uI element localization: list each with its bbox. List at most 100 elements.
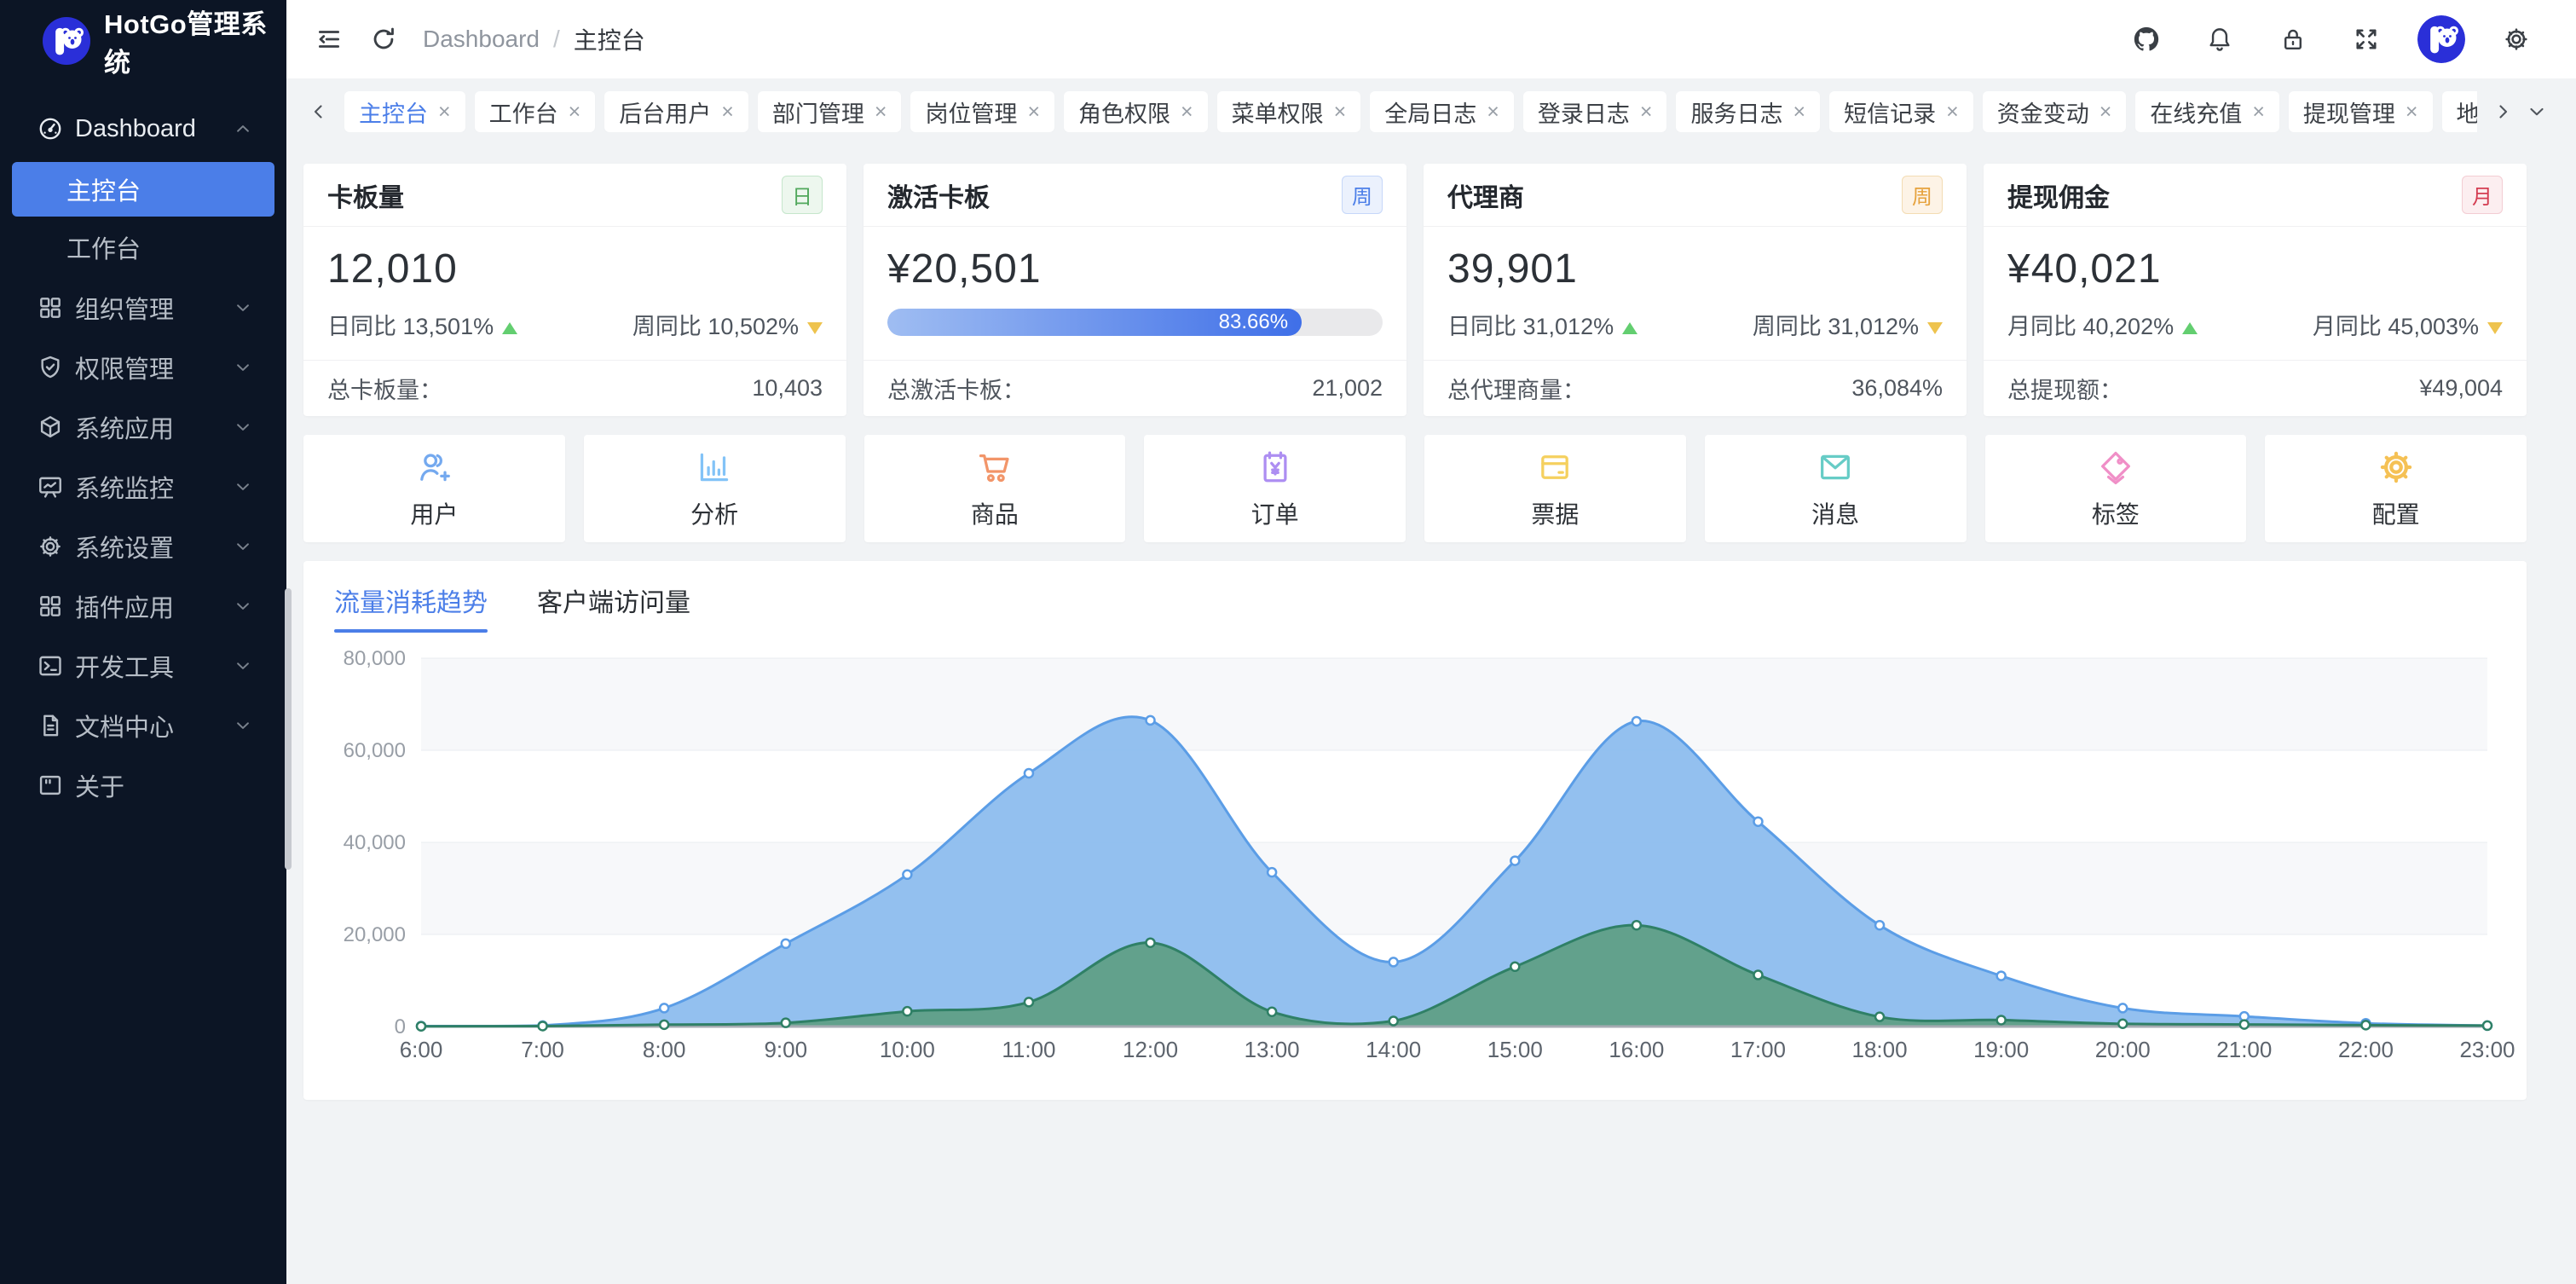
sidebar-item-monitor[interactable]: 系统监控 — [0, 457, 286, 517]
quick-action-label: 商品 — [971, 496, 1019, 530]
about-icon — [36, 771, 65, 800]
quick-action-订单[interactable]: 订单 — [1144, 435, 1406, 542]
svg-text:16:00: 16:00 — [1609, 1037, 1664, 1062]
quick-action-消息[interactable]: 消息 — [1705, 435, 1967, 542]
sidebar-item-devtools[interactable]: 开发工具 — [0, 636, 286, 696]
stat-sub-right: 周同比 10,502% — [632, 314, 799, 339]
tab-chip[interactable]: 部门管理 × — [758, 91, 902, 132]
tab-close-icon[interactable]: × — [1027, 101, 1040, 123]
tabs-strip: 主控台 × 工作台 × 后台用户 × 部门管理 × 岗位管理 × 角色权限 × … — [344, 91, 2477, 132]
svg-text:19:00: 19:00 — [1973, 1037, 2029, 1062]
main-area: Dashboard / 主控台 主控台 × 工作台 × 后台用户 × 部门管理 … — [286, 0, 2576, 1284]
tab-close-icon[interactable]: × — [2099, 101, 2112, 123]
tab-chip[interactable]: 全局日志 × — [1370, 91, 1514, 132]
tab-chip[interactable]: 工作台 × — [475, 91, 596, 132]
stat-sub-left: 日同比 31,012% — [1447, 314, 1614, 339]
svg-text:0: 0 — [395, 1015, 406, 1038]
tab-chip[interactable]: 提现管理 × — [2289, 91, 2433, 132]
sidebar-item-workbench[interactable]: 工作台 — [12, 220, 274, 275]
stat-footer-value: 10,403 — [752, 375, 823, 402]
tab-close-icon[interactable]: × — [875, 101, 887, 123]
quick-action-label: 标签 — [2092, 496, 2140, 530]
stat-card: 激活卡板 周 ¥20,501 83.66% 总激活卡板： 21,002 — [863, 164, 1406, 416]
quick-action-用户[interactable]: 用户 — [303, 435, 565, 542]
quick-action-配置[interactable]: 配置 — [2265, 435, 2527, 542]
sidebar-item-console[interactable]: 主控台 — [12, 162, 274, 217]
tab-close-icon[interactable]: × — [1487, 101, 1499, 123]
tab-close-icon[interactable]: × — [2252, 101, 2265, 123]
sidebar-item-plugins[interactable]: 插件应用 — [0, 576, 286, 636]
chart-area: 020,00040,00060,00080,0006:007:008:009:0… — [329, 646, 2501, 1067]
trend-up-icon — [502, 322, 517, 334]
tab-chip[interactable]: 短信记录 × — [1829, 91, 1973, 132]
quick-action-分析[interactable]: 分析 — [584, 435, 846, 542]
grid-icon — [36, 592, 65, 621]
tabs-scroll-right-button[interactable] — [2486, 91, 2520, 132]
svg-text:7:00: 7:00 — [521, 1037, 564, 1062]
tab-chip[interactable]: 菜单权限 × — [1217, 91, 1361, 132]
tab-close-icon[interactable]: × — [721, 101, 734, 123]
sidebar-item-about[interactable]: 关于 — [0, 755, 286, 815]
sidebar-item-settings[interactable]: 系统设置 — [0, 517, 286, 576]
tab-chip[interactable]: 地区编码 × — [2442, 91, 2477, 132]
trend-up-icon — [2182, 322, 2198, 334]
svg-text:11:00: 11:00 — [1002, 1037, 1055, 1062]
notifications-button[interactable] — [2198, 17, 2242, 61]
tab-close-icon[interactable]: × — [2406, 101, 2418, 123]
settings-button[interactable] — [2494, 17, 2538, 61]
svg-text:14:00: 14:00 — [1366, 1037, 1421, 1062]
stat-card-value: ¥40,021 — [2007, 246, 2503, 292]
lock-screen-button[interactable] — [2271, 17, 2315, 61]
sidebar-item-apps[interactable]: 系统应用 — [0, 397, 286, 457]
quick-action-票据[interactable]: 票据 — [1424, 435, 1686, 542]
chart-tab[interactable]: 流量消耗趋势 — [334, 581, 488, 633]
document-icon — [36, 711, 65, 740]
tab-close-icon[interactable]: × — [1640, 101, 1653, 123]
sidebar-item-auth[interactable]: 权限管理 — [0, 338, 286, 397]
sidebar: HotGo管理系统 Dashboard 主控台 工作台 组织管理 权限管理 系统… — [0, 0, 286, 1284]
chart-tab[interactable]: 客户端访问量 — [537, 581, 690, 633]
tab-chip[interactable]: 岗位管理 × — [910, 91, 1054, 132]
tab-close-icon[interactable]: × — [569, 101, 581, 123]
tabs-scroll-left-button[interactable] — [302, 91, 336, 132]
user-avatar[interactable] — [2417, 15, 2465, 63]
refresh-button[interactable] — [361, 17, 406, 61]
quick-action-商品[interactable]: 商品 — [864, 435, 1126, 542]
sidebar-item-dashboard[interactable]: Dashboard — [0, 99, 286, 159]
quick-action-label: 分析 — [690, 496, 738, 530]
sidebar-scrollbar[interactable] — [285, 588, 292, 870]
tab-close-icon[interactable]: × — [1181, 101, 1193, 123]
user-add-icon — [413, 447, 454, 488]
stat-sub-left: 月同比 40,202% — [2007, 314, 2174, 339]
tab-chip[interactable]: 角色权限 × — [1064, 91, 1208, 132]
stat-card-title: 代理商 — [1447, 176, 1524, 214]
dashboard-icon — [36, 114, 65, 143]
github-button[interactable] — [2124, 17, 2169, 61]
quick-action-标签[interactable]: 标签 — [1985, 435, 2247, 542]
tabs-dropdown-button[interactable] — [2520, 91, 2554, 132]
chevron-down-icon — [234, 537, 252, 556]
traffic-chart-card: 流量消耗趋势客户端访问量 020,00040,00060,00080,0006:… — [303, 561, 2527, 1100]
tab-close-icon[interactable]: × — [1793, 101, 1805, 123]
tab-chip[interactable]: 主控台 × — [344, 91, 465, 132]
tab-close-icon[interactable]: × — [438, 101, 451, 123]
quick-action-label: 票据 — [1531, 496, 1579, 530]
tab-close-icon[interactable]: × — [1334, 101, 1347, 123]
breadcrumb-section[interactable]: Dashboard — [423, 26, 540, 53]
fullscreen-button[interactable] — [2344, 17, 2388, 61]
sidebar-item-docs[interactable]: 文档中心 — [0, 696, 286, 755]
stat-footer-label: 总代理商量： — [1447, 372, 1585, 405]
collapse-menu-button[interactable] — [307, 17, 351, 61]
stat-card: 卡板量 日 12,010 日同比 13,501% 周同比 10,502% 总卡板… — [303, 164, 846, 416]
tab-chip[interactable]: 登录日志 × — [1523, 91, 1667, 132]
tab-chip[interactable]: 资金变动 × — [1983, 91, 2127, 132]
tab-close-icon[interactable]: × — [1946, 101, 1959, 123]
stat-sub-right: 周同比 31,012% — [1753, 314, 1919, 339]
stat-card-title: 卡板量 — [327, 176, 404, 214]
tab-chip[interactable]: 后台用户 × — [604, 91, 748, 132]
sidebar-item-org[interactable]: 组织管理 — [0, 278, 286, 338]
tab-chip[interactable]: 服务日志 × — [1676, 91, 1820, 132]
tab-chip[interactable]: 在线充值 × — [2135, 91, 2279, 132]
app-logo[interactable]: HotGo管理系统 — [0, 0, 286, 82]
quick-action-label: 配置 — [2372, 496, 2420, 530]
